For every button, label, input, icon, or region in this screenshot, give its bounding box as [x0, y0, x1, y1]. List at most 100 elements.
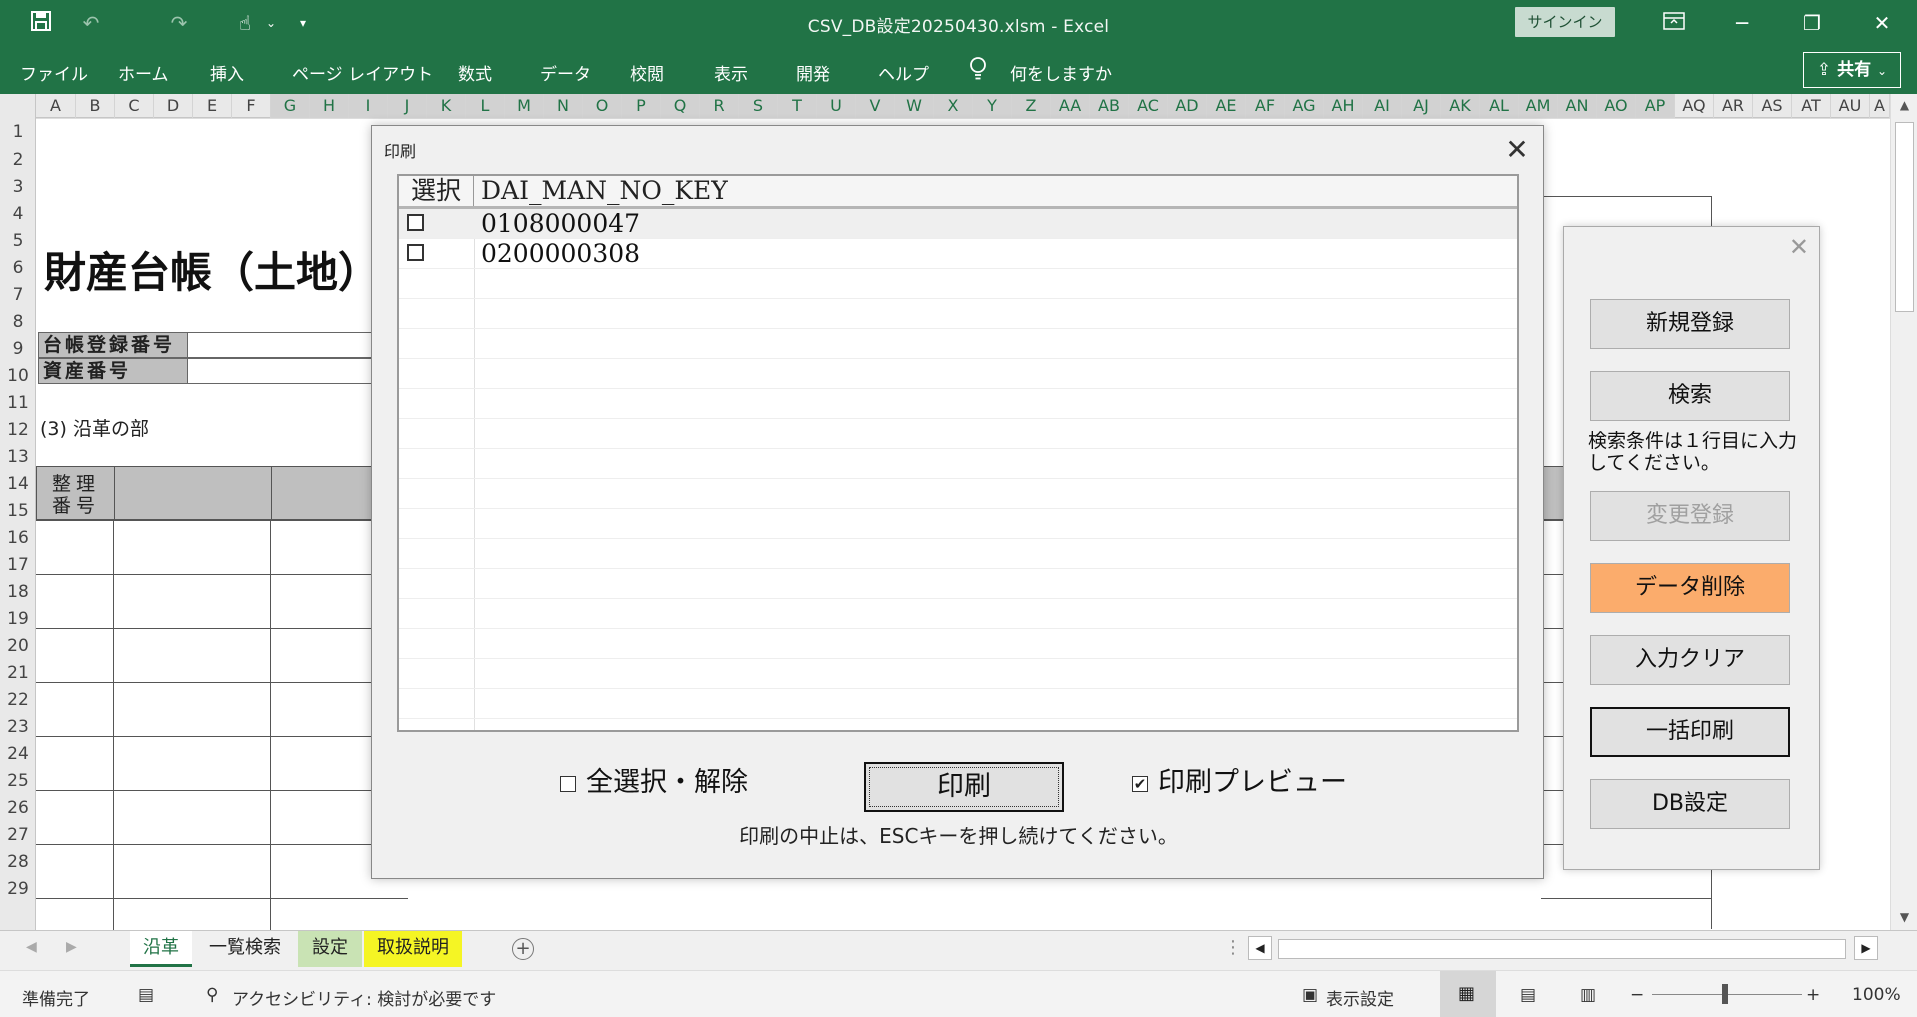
column-header-cell[interactable]: Z — [1012, 94, 1051, 118]
column-header-cell[interactable]: S — [739, 94, 778, 118]
row-header-cell[interactable]: 13 — [0, 447, 36, 474]
column-header-cell[interactable]: AI — [1363, 94, 1402, 118]
row-header-cell[interactable]: 2 — [0, 150, 36, 177]
row-header-cell[interactable]: 21 — [0, 663, 36, 690]
scroll-up-icon[interactable]: ▲ — [1891, 98, 1917, 112]
page-break-view-icon[interactable]: ▥ — [1580, 985, 1596, 1005]
page-layout-view-icon[interactable]: ▤ — [1520, 985, 1536, 1005]
display-settings-icon[interactable]: ▣ — [1302, 985, 1318, 1005]
restore-icon[interactable]: ❐ — [1782, 6, 1842, 40]
share-button[interactable]: ⇪ 共有 ⌄ — [1803, 52, 1901, 88]
row-header-cell[interactable]: 9 — [0, 339, 36, 366]
column-header-cell[interactable]: AN — [1558, 94, 1597, 118]
clear-button[interactable]: 入力クリア — [1590, 635, 1790, 685]
row-header-cell[interactable]: 27 — [0, 825, 36, 852]
add-sheet-icon[interactable]: + — [512, 938, 534, 960]
column-header-cell[interactable]: D — [154, 94, 193, 118]
tab-file[interactable]: ファイル — [20, 60, 88, 85]
row-header-cell[interactable]: 15 — [0, 501, 36, 528]
row-checkbox[interactable] — [407, 244, 424, 261]
row-header-cell[interactable]: 16 — [0, 528, 36, 555]
zoom-in-icon[interactable]: + — [1806, 985, 1820, 1005]
column-header-cell[interactable]: AQ — [1675, 94, 1714, 118]
column-header-cell[interactable]: M — [505, 94, 544, 118]
column-header-cell[interactable]: AT — [1792, 94, 1831, 118]
scroll-right-icon[interactable]: ▶ — [1854, 936, 1878, 960]
column-header-cell[interactable]: Y — [973, 94, 1012, 118]
sheet-tab-list-search[interactable]: 一覧検索 — [200, 931, 290, 967]
accessibility-status[interactable]: アクセシビリティ: 検討が必要です — [232, 985, 496, 1010]
tab-scroll-left-icon[interactable]: ◀ — [26, 939, 37, 955]
column-header-cell[interactable]: J — [388, 94, 427, 118]
row-header-cell[interactable]: 23 — [0, 717, 36, 744]
delete-button[interactable]: データ削除 — [1590, 563, 1790, 613]
column-header-cell[interactable]: X — [934, 94, 973, 118]
row-header-cell[interactable]: 25 — [0, 771, 36, 798]
column-header-cell[interactable]: K — [427, 94, 466, 118]
column-header-cell[interactable]: AL — [1480, 94, 1519, 118]
row-header-cell[interactable]: 14 — [0, 474, 36, 501]
print-list[interactable]: 選択 DAI_MAN_NO_KEY 0108000047 0200000308 — [397, 174, 1519, 732]
column-header-cell[interactable]: AJ — [1402, 94, 1441, 118]
batch-print-button[interactable]: 一括印刷 — [1590, 707, 1790, 757]
row-header-cell[interactable]: 12 — [0, 420, 36, 447]
display-settings[interactable]: 表示設定 — [1326, 985, 1394, 1010]
column-header-cell[interactable]: P — [622, 94, 661, 118]
horizontal-scrollbar[interactable]: ◀ ▶ — [1248, 936, 1888, 964]
column-header-cell[interactable]: AE — [1207, 94, 1246, 118]
column-header-cell[interactable]: AR — [1714, 94, 1753, 118]
sheet-tab-enkaku[interactable]: 沿革 — [130, 931, 192, 967]
row-header-cell[interactable]: 1 — [0, 122, 36, 150]
panel-close-icon[interactable]: ✕ — [1789, 233, 1809, 261]
column-header-cell[interactable]: AG — [1285, 94, 1324, 118]
select-all-corner[interactable] — [0, 94, 36, 118]
row-header-cell[interactable]: 8 — [0, 312, 36, 339]
column-header-cell[interactable]: H — [310, 94, 349, 118]
column-header-cell[interactable]: L — [466, 94, 505, 118]
db-settings-button[interactable]: DB設定 — [1590, 779, 1790, 829]
tab-home[interactable]: ホーム — [118, 60, 169, 85]
sheet-tab-instructions[interactable]: 取扱説明 — [364, 931, 462, 967]
column-header-cell[interactable]: AB — [1090, 94, 1129, 118]
preview-checkbox[interactable]: ✔ — [1132, 776, 1148, 792]
column-header-cell[interactable]: AH — [1324, 94, 1363, 118]
row-header-cell[interactable]: 29 — [0, 879, 36, 906]
tab-insert[interactable]: 挿入 — [210, 60, 244, 85]
row-header-cell[interactable]: 18 — [0, 582, 36, 609]
row-header-cell[interactable]: 11 — [0, 393, 36, 420]
column-header-cell[interactable]: A — [1870, 94, 1890, 118]
column-header-cell[interactable]: AK — [1441, 94, 1480, 118]
column-header-cell[interactable]: I — [349, 94, 388, 118]
zoom-slider-thumb[interactable] — [1722, 984, 1728, 1004]
zoom-level[interactable]: 100% — [1852, 985, 1901, 1005]
row-header-cell[interactable]: 10 — [0, 366, 36, 393]
column-header-cell[interactable]: AU — [1831, 94, 1870, 118]
row-header-cell[interactable]: 7 — [0, 285, 36, 312]
tab-formulas[interactable]: 数式 — [458, 60, 492, 85]
select-all-checkbox[interactable] — [560, 776, 576, 792]
tab-view[interactable]: 表示 — [714, 60, 748, 85]
tab-review[interactable]: 校閲 — [630, 60, 664, 85]
column-header-cell[interactable]: AP — [1636, 94, 1675, 118]
tab-page-layout[interactable]: ページ レイアウト — [292, 60, 433, 85]
tell-me-search[interactable]: 何をしますか — [1010, 60, 1112, 85]
row-header-cell[interactable]: 22 — [0, 690, 36, 717]
normal-view-button[interactable]: ▦ — [1440, 971, 1496, 1017]
column-header-cell[interactable]: B — [76, 94, 115, 118]
column-header-cell[interactable]: N — [544, 94, 583, 118]
signin-button[interactable]: サインイン — [1515, 7, 1615, 37]
search-button[interactable]: 検索 — [1590, 371, 1790, 421]
column-header-cell[interactable]: W — [895, 94, 934, 118]
macro-record-icon[interactable]: ▤ — [138, 985, 154, 1005]
list-item[interactable]: 0108000047 — [399, 209, 1517, 239]
column-header-cell[interactable]: AS — [1753, 94, 1792, 118]
ribbon-display-icon[interactable] — [1644, 6, 1704, 40]
tab-help[interactable]: ヘルプ — [878, 60, 929, 85]
column-header-cell[interactable]: AD — [1168, 94, 1207, 118]
row-header-cell[interactable]: 5 — [0, 231, 36, 258]
column-header-cell[interactable]: V — [856, 94, 895, 118]
column-header-cell[interactable]: AM — [1519, 94, 1558, 118]
vertical-scrollbar[interactable]: ▲ ▼ — [1890, 94, 1917, 930]
column-header-cell[interactable]: AA — [1051, 94, 1090, 118]
column-header-cell[interactable]: E — [193, 94, 232, 118]
